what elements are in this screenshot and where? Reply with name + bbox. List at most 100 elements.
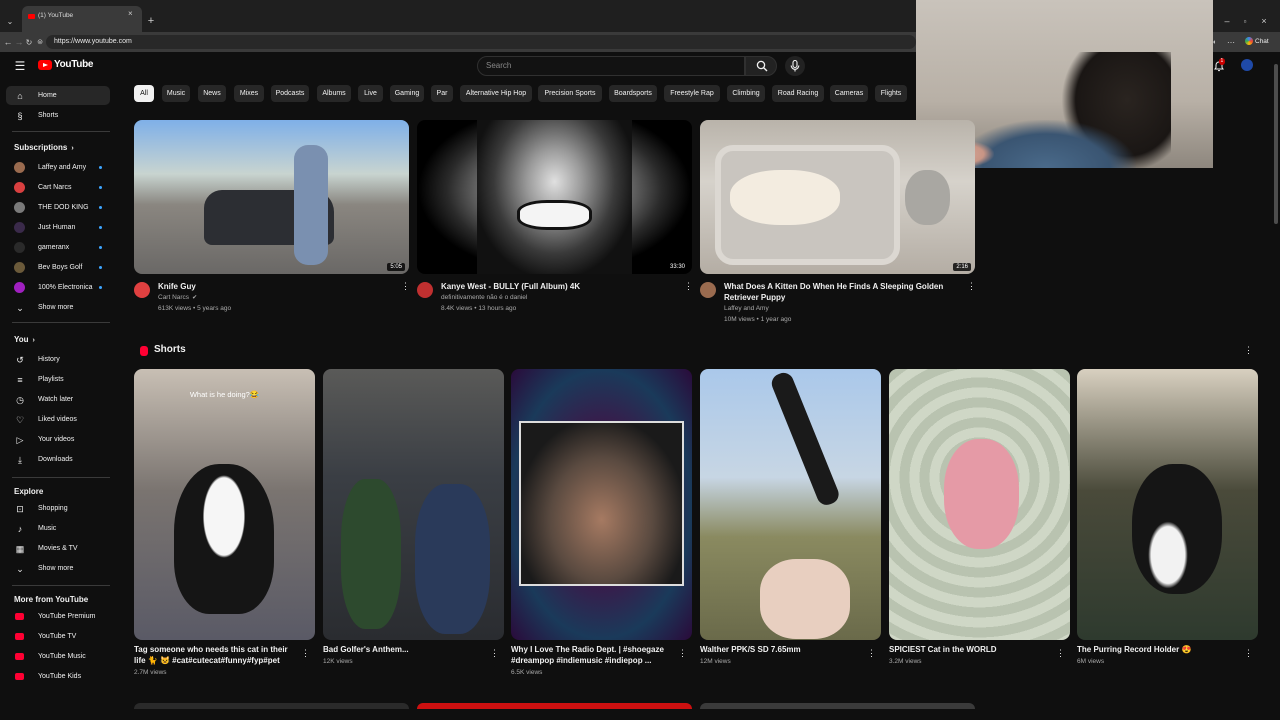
sidebar-item-shopping[interactable]: ⊡ Shopping bbox=[6, 499, 110, 518]
site-info-icon[interactable]: ⊜ bbox=[35, 35, 45, 49]
minimize-icon[interactable]: – bbox=[1222, 14, 1232, 28]
sidebar-item-youtube-premium[interactable]: YouTube Premium bbox=[6, 607, 110, 626]
page-scrollbar[interactable] bbox=[1273, 52, 1279, 712]
video-title[interactable]: Knife Guy bbox=[158, 281, 388, 292]
sidebar-item-movies-tv[interactable]: ▦ Movies & TV bbox=[6, 539, 110, 558]
short-title[interactable]: Tag someone who needs this cat in their … bbox=[134, 644, 299, 666]
reload-icon[interactable]: ↻ bbox=[24, 35, 34, 49]
sidebar-item-shorts[interactable]: § Shorts bbox=[6, 106, 110, 125]
video-menu-icon[interactable]: ⋮ bbox=[684, 281, 693, 292]
chip-all[interactable]: All bbox=[134, 85, 154, 102]
channel-avatar[interactable] bbox=[700, 282, 716, 298]
short-thumbnail[interactable] bbox=[1077, 369, 1258, 640]
window-close-icon[interactable]: × bbox=[1259, 14, 1269, 28]
you-heading[interactable]: You › bbox=[14, 335, 35, 344]
chip-mixes[interactable]: Mixes bbox=[234, 85, 264, 102]
chip-live[interactable]: Live bbox=[358, 85, 383, 102]
chip-gaming[interactable]: Gaming bbox=[390, 85, 424, 102]
search-input[interactable]: Search bbox=[477, 56, 745, 76]
sidebar-item-subscription[interactable]: THE DOD KING bbox=[6, 198, 110, 217]
sidebar-item-youtube-music[interactable]: YouTube Music bbox=[6, 647, 110, 666]
voice-search-button[interactable] bbox=[785, 56, 805, 76]
chip-podcasts[interactable]: Podcasts bbox=[271, 85, 309, 102]
forward-icon[interactable]: → bbox=[14, 35, 24, 49]
chip-precision-sports[interactable]: Precision Sports bbox=[538, 85, 602, 102]
short-thumbnail[interactable] bbox=[889, 369, 1070, 640]
chat-button[interactable]: Chat bbox=[1245, 36, 1269, 48]
channel-avatar[interactable] bbox=[417, 282, 433, 298]
shorts-section-menu-icon[interactable]: ⋮ bbox=[1244, 345, 1253, 356]
sidebar-item-watch-later[interactable]: ◷ Watch later bbox=[6, 390, 110, 409]
short-title[interactable]: Why I Love The Radio Dept. | #shoegaze #… bbox=[511, 644, 676, 666]
channel-avatar[interactable] bbox=[134, 282, 150, 298]
short-menu-icon[interactable]: ⋮ bbox=[867, 648, 876, 659]
subscriptions-heading[interactable]: Subscriptions › bbox=[14, 143, 74, 152]
chip-cameras[interactable]: Cameras bbox=[830, 85, 868, 102]
video-thumbnail[interactable]: 2:16 bbox=[700, 120, 975, 274]
sidebar-item-subscription[interactable]: Laffey and Amy bbox=[6, 158, 110, 177]
channel-name[interactable]: definitivamente não é o daniel bbox=[441, 292, 527, 303]
chip-albums[interactable]: Albums bbox=[317, 85, 351, 102]
sidebar-item-playlists[interactable]: ≡ Playlists bbox=[6, 370, 110, 389]
chip-alternative-hip-hop[interactable]: Alternative Hip Hop bbox=[460, 85, 532, 102]
short-thumbnail[interactable] bbox=[511, 369, 692, 640]
sidebar-item-subscription[interactable]: 100% Electronica bbox=[6, 278, 110, 297]
sidebar-item-downloads[interactable]: ⤓ Downloads bbox=[6, 450, 110, 469]
tab-close-icon[interactable]: × bbox=[128, 9, 133, 18]
back-icon[interactable]: ← bbox=[3, 35, 13, 49]
short-menu-icon[interactable]: ⋮ bbox=[1244, 648, 1253, 659]
sidebar-item-subscription[interactable]: Bev Boys Golf bbox=[6, 258, 110, 277]
browser-tab[interactable]: (1) YouTube × bbox=[22, 6, 142, 32]
tab-list-icon[interactable]: ⌄ bbox=[4, 14, 16, 28]
maximize-icon[interactable]: ▫ bbox=[1240, 14, 1250, 28]
video-menu-icon[interactable]: ⋮ bbox=[967, 281, 976, 292]
youtube-logo[interactable]: YouTube bbox=[38, 58, 98, 72]
chip-road-racing[interactable]: Road Racing bbox=[772, 85, 824, 102]
short-menu-icon[interactable]: ⋮ bbox=[678, 648, 687, 659]
chip-freestyle-rap[interactable]: Freestyle Rap bbox=[664, 85, 720, 102]
address-bar[interactable]: https://www.youtube.com bbox=[46, 35, 916, 49]
chip-flights[interactable]: Flights bbox=[875, 85, 907, 102]
short-title[interactable]: SPICIEST Cat in the WORLD bbox=[889, 644, 1054, 655]
short-title[interactable]: Bad Golfer's Anthem... bbox=[323, 644, 488, 655]
sidebar-item-history[interactable]: ↺ History bbox=[6, 350, 110, 369]
video-menu-icon[interactable]: ⋮ bbox=[401, 281, 410, 292]
sidebar-item-liked-videos[interactable]: ♡ Liked videos bbox=[6, 410, 110, 429]
short-title[interactable]: Walther PPK/S SD 7.65mm bbox=[700, 644, 865, 655]
sidebar-item-subscription[interactable]: Cart Narcs bbox=[6, 178, 110, 197]
short-menu-icon[interactable]: ⋮ bbox=[490, 648, 499, 659]
sidebar-item-subscription[interactable]: Just Human bbox=[6, 218, 110, 237]
short-thumbnail[interactable]: What is he doing?😂 bbox=[134, 369, 315, 640]
chip-climbing[interactable]: Climbing bbox=[727, 85, 765, 102]
chip-par[interactable]: Par bbox=[431, 85, 453, 102]
channel-name[interactable]: Laffey and Amy bbox=[724, 303, 769, 314]
short-thumbnail[interactable] bbox=[700, 369, 881, 640]
browser-menu-icon[interactable]: ⋯ bbox=[1226, 35, 1236, 49]
sidebar-item-your-videos[interactable]: ▷ Your videos bbox=[6, 430, 110, 449]
short-title[interactable]: The Purring Record Holder 😍 bbox=[1077, 644, 1242, 655]
scrollbar-thumb[interactable] bbox=[1274, 64, 1278, 224]
new-tab-icon[interactable]: + bbox=[146, 14, 156, 28]
hamburger-menu-icon[interactable]: ☰ bbox=[13, 59, 27, 73]
video-title[interactable]: What Does A Kitten Do When He Finds A Sl… bbox=[724, 281, 974, 303]
show-more-subscriptions[interactable]: ⌄ Show more bbox=[6, 298, 110, 317]
account-avatar[interactable] bbox=[1241, 59, 1253, 71]
short-thumbnail[interactable] bbox=[323, 369, 504, 640]
chip-music[interactable]: Music bbox=[162, 85, 190, 102]
sidebar-item-home[interactable]: ⌂ Home bbox=[6, 86, 110, 105]
video-thumbnail[interactable]: 33:30 bbox=[417, 120, 692, 274]
short-menu-icon[interactable]: ⋮ bbox=[1056, 648, 1065, 659]
video-thumbnail[interactable]: 5:05 bbox=[134, 120, 409, 274]
search-button[interactable] bbox=[745, 56, 777, 76]
short-menu-icon[interactable]: ⋮ bbox=[301, 648, 310, 659]
sidebar-item-label: Show more bbox=[38, 304, 74, 311]
video-title[interactable]: Kanye West - BULLY (Full Album) 4K bbox=[441, 281, 671, 292]
notifications-button[interactable]: 1 bbox=[1212, 58, 1226, 72]
chip-news[interactable]: News bbox=[198, 85, 226, 102]
sidebar-item-youtube-kids[interactable]: YouTube Kids bbox=[6, 667, 110, 686]
sidebar-item-subscription[interactable]: gameranx bbox=[6, 238, 110, 257]
show-more-explore[interactable]: ⌄ Show more bbox=[6, 559, 110, 578]
sidebar-item-music[interactable]: ♪ Music bbox=[6, 519, 110, 538]
chip-boardsports[interactable]: Boardsports bbox=[609, 85, 657, 102]
sidebar-item-youtube-tv[interactable]: YouTube TV bbox=[6, 627, 110, 646]
